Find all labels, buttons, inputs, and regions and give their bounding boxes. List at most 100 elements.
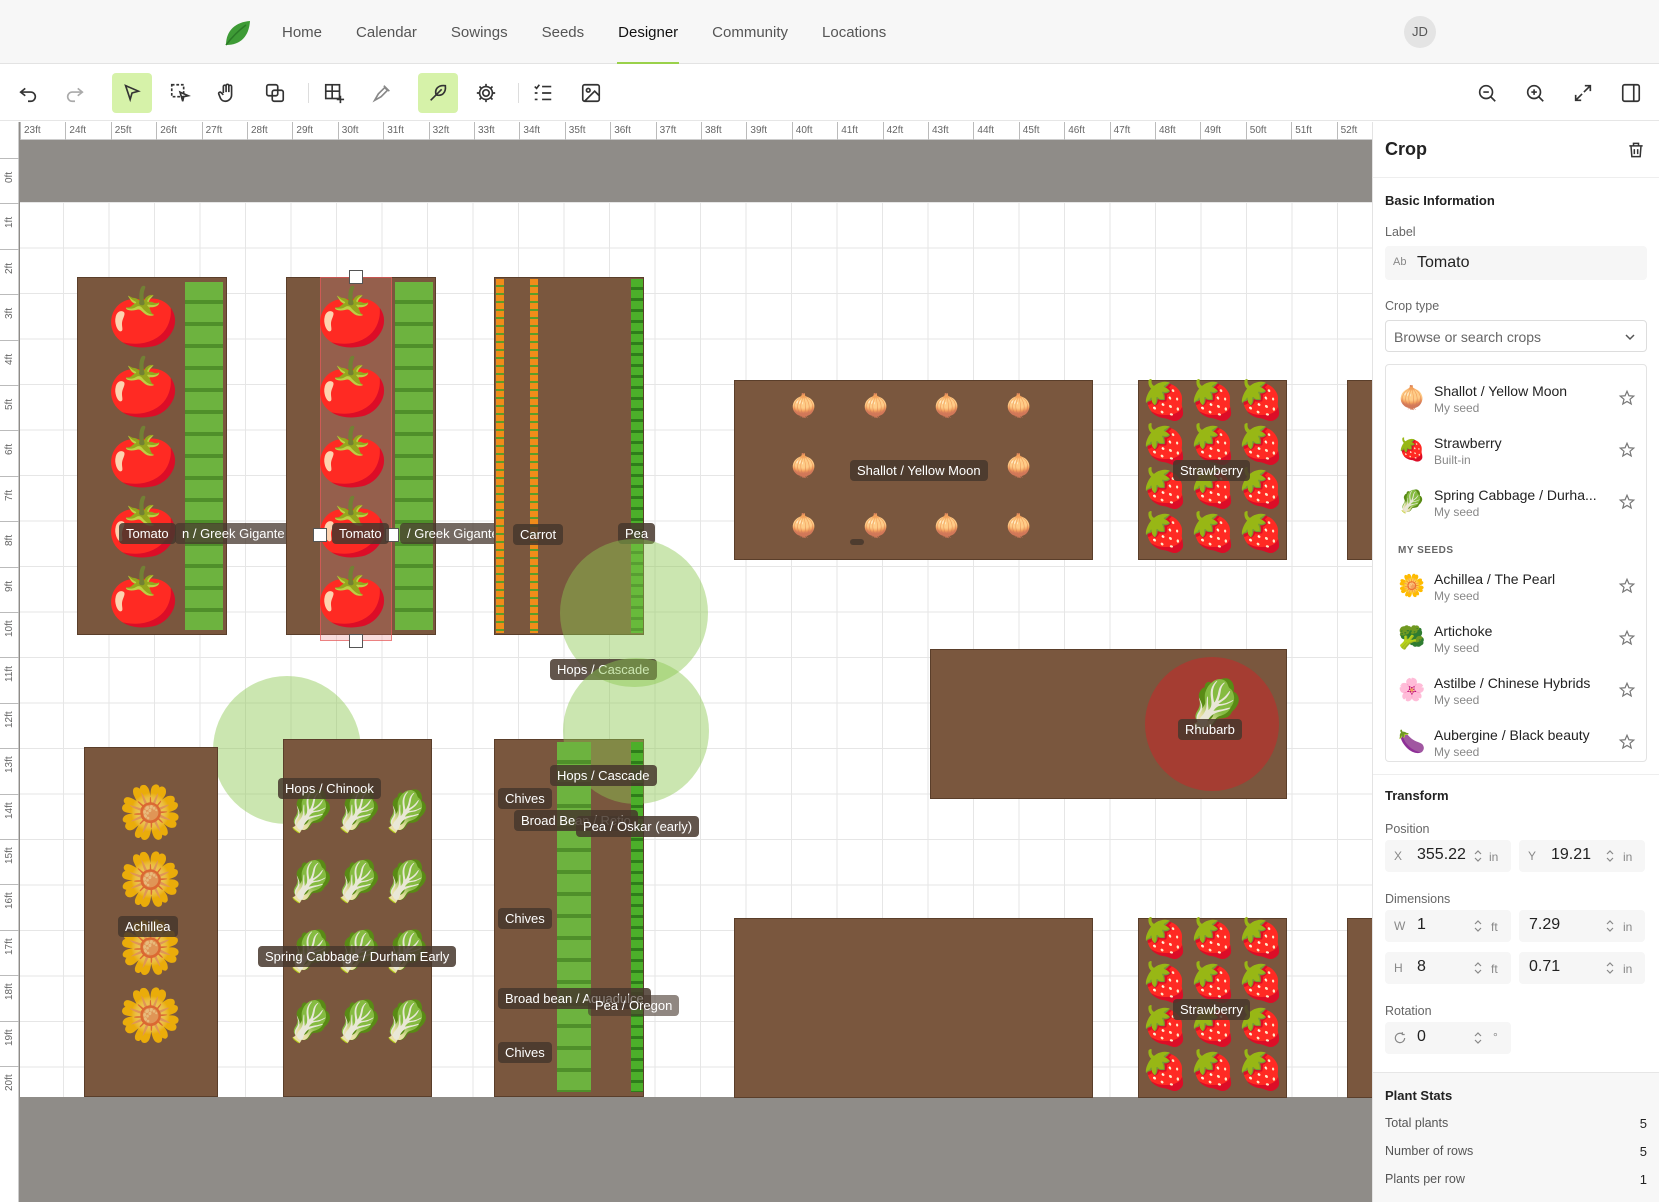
label-shallot-yellow-moon[interactable]: Shallot / Yellow Moon	[850, 460, 988, 481]
label-shallot[interactable]	[850, 539, 864, 545]
label-hops-chinook[interactable]: Hops / Chinook	[278, 778, 381, 799]
tomato-plant[interactable]: 🍅	[107, 429, 179, 487]
garden-bed[interactable]	[1347, 918, 1372, 1098]
plant[interactable]: 🍓	[1189, 426, 1236, 464]
plant[interactable]: 🍓	[1237, 514, 1284, 552]
star-icon[interactable]	[1618, 389, 1636, 407]
plant[interactable]: 🍓	[1141, 426, 1188, 464]
plant[interactable]: 🍓	[1237, 964, 1284, 1002]
shallot-plant[interactable]: 🧅	[862, 395, 889, 417]
plant[interactable]: 🍓	[1141, 964, 1188, 1002]
plant[interactable]: 🍓	[1237, 920, 1284, 958]
duplicate-button[interactable]	[255, 73, 295, 113]
plant[interactable]: 🍓	[1237, 382, 1284, 420]
sidebar-toggle-button[interactable]	[1611, 73, 1651, 113]
label-chives[interactable]: Chives	[498, 788, 552, 809]
nav-designer[interactable]: Designer	[601, 0, 695, 64]
shallot-plant[interactable]: 🧅	[1005, 395, 1032, 417]
shallot-plant[interactable]: 🧅	[1005, 515, 1032, 537]
crop-list-item[interactable]: 🍓 Strawberry Built-in	[1386, 425, 1646, 477]
select-tool-button[interactable]	[112, 73, 152, 113]
crop-list-item[interactable]: 🌼 Achillea / The Pearl My seed	[1386, 561, 1646, 613]
plant[interactable]: 🥬	[382, 862, 432, 902]
tomato-plant[interactable]: 🍅	[107, 359, 179, 417]
settings-button[interactable]	[466, 73, 506, 113]
garden-canvas[interactable]: 🍅 🍅 🍅 🍅 🍅 Tomato n / Greek Gigante 🍅 🍅 🍅…	[0, 122, 1372, 1202]
garden-grid[interactable]: 🍅 🍅 🍅 🍅 🍅 Tomato n / Greek Gigante 🍅 🍅 🍅…	[20, 202, 1372, 1098]
crop-type-select[interactable]: Browse or search crops	[1385, 320, 1647, 352]
height-in-input[interactable]: 0.71 in	[1519, 952, 1645, 984]
plant-crop-button[interactable]	[418, 73, 458, 113]
plant[interactable]: 🥬	[334, 1002, 384, 1042]
label-strawberry[interactable]: Strawberry	[1173, 999, 1250, 1020]
plant[interactable]: 🍓	[1237, 426, 1284, 464]
plant[interactable]: 🍓	[1237, 1052, 1284, 1090]
shallot-plant[interactable]: 🧅	[933, 515, 960, 537]
label-achillea[interactable]: Achillea	[118, 916, 178, 937]
label-greek-gigantes[interactable]: n / Greek Gigante	[175, 523, 292, 544]
stepper-icon[interactable]	[1473, 848, 1483, 864]
carrot-row[interactable]	[496, 279, 504, 633]
width-ft-input[interactable]: W 1 ft	[1385, 910, 1511, 942]
plant[interactable]: 🍓	[1189, 514, 1236, 552]
tomato-plant[interactable]: 🍅	[316, 429, 388, 487]
tomato-plant[interactable]: 🍅	[107, 289, 179, 347]
redo-button[interactable]	[55, 73, 95, 113]
layers-button[interactable]	[523, 73, 563, 113]
resize-handle-left[interactable]	[313, 528, 327, 542]
shallot-plant[interactable]: 🧅	[1005, 455, 1032, 477]
star-icon[interactable]	[1618, 629, 1636, 647]
shallot-plant[interactable]: 🧅	[790, 455, 817, 477]
bean-row[interactable]	[185, 282, 223, 630]
nav-sowings[interactable]: Sowings	[434, 0, 525, 64]
label-spring-cabbage[interactable]: Spring Cabbage / Durham Early	[258, 946, 457, 967]
broad-bean-row[interactable]	[557, 742, 591, 1092]
star-icon[interactable]	[1618, 577, 1636, 595]
plant[interactable]: 🍓	[1141, 1052, 1188, 1090]
label-carrot[interactable]: Carrot	[513, 524, 564, 545]
zoom-out-button[interactable]	[1467, 73, 1507, 113]
plant[interactable]: 🥬	[286, 862, 336, 902]
star-icon[interactable]	[1618, 733, 1636, 751]
star-icon[interactable]	[1618, 493, 1636, 511]
lasso-select-button[interactable]	[160, 73, 200, 113]
label-hops-cascade[interactable]: Hops / Cascade	[550, 765, 657, 786]
stepper-icon[interactable]	[1605, 918, 1615, 934]
label-pea-oregon[interactable]: Pea / Oregon	[588, 995, 680, 1016]
garden-bed[interactable]	[734, 918, 1093, 1098]
label-pea-oskar[interactable]: Pea / Oskar (early)	[576, 816, 700, 837]
shallot-plant[interactable]: 🧅	[862, 515, 889, 537]
leaf-logo-icon[interactable]	[222, 18, 252, 48]
stepper-icon[interactable]	[1605, 960, 1615, 976]
star-icon[interactable]	[1618, 681, 1636, 699]
plant[interactable]: 🥬	[286, 1002, 336, 1042]
add-bed-button[interactable]	[314, 73, 354, 113]
resize-handle-bottom[interactable]	[349, 634, 363, 648]
plant[interactable]: 🍓	[1189, 382, 1236, 420]
label-chives[interactable]: Chives	[498, 908, 552, 929]
plant[interactable]: 🍓	[1189, 964, 1236, 1002]
shallot-plant[interactable]: 🧅	[790, 395, 817, 417]
plant[interactable]: 🍓	[1189, 1052, 1236, 1090]
cabbage-grid[interactable]: 🥬🥬🥬🥬🥬🥬🥬🥬🥬🥬🥬🥬	[286, 792, 432, 1092]
carrot-row[interactable]	[530, 279, 538, 633]
crop-list-item[interactable]: 🥦 Artichoke My seed	[1386, 613, 1646, 665]
nav-home[interactable]: Home	[265, 0, 339, 64]
label-chives[interactable]: Chives	[498, 1042, 552, 1063]
height-ft-input[interactable]: H 8 ft	[1385, 952, 1511, 984]
nav-calendar[interactable]: Calendar	[339, 0, 434, 64]
plant[interactable]: 🥬	[382, 1002, 432, 1042]
plant[interactable]: 🍓	[1141, 920, 1188, 958]
label-tomato-selected[interactable]: Tomato	[332, 523, 389, 544]
label-rhubarb[interactable]: Rhubarb	[1178, 719, 1242, 740]
pan-tool-button[interactable]	[207, 73, 247, 113]
nav-locations[interactable]: Locations	[805, 0, 903, 64]
fit-screen-button[interactable]	[1563, 73, 1603, 113]
shallot-plant[interactable]: 🧅	[790, 515, 817, 537]
draw-tool-button[interactable]	[362, 73, 402, 113]
shallot-plant[interactable]: 🧅	[933, 395, 960, 417]
stepper-icon[interactable]	[1473, 1030, 1483, 1046]
tomato-plant[interactable]: 🍅	[316, 289, 388, 347]
tomato-plant[interactable]: 🍅	[316, 569, 388, 627]
plant[interactable]: 🍓	[1189, 920, 1236, 958]
